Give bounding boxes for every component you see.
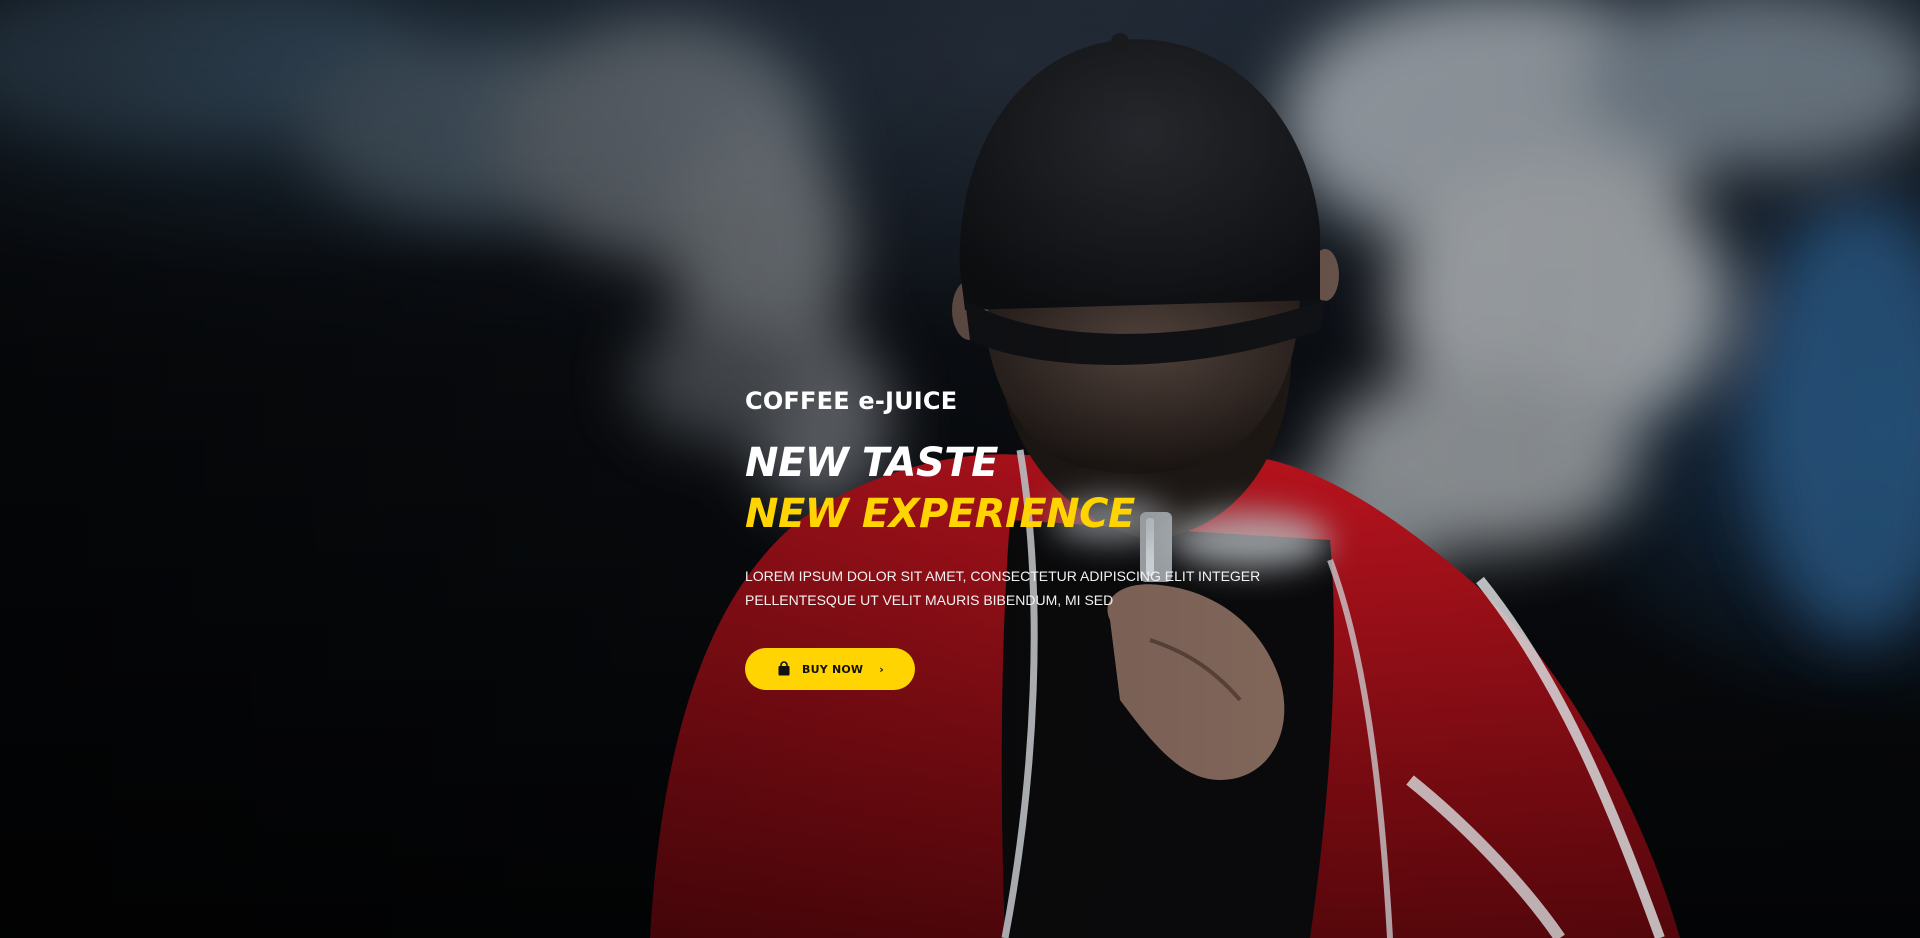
buy-now-button[interactable]: BUY NOW › [745, 648, 915, 690]
hero-section: COFFEE e-JUICE NEW TASTE NEW EXPERIENCE … [0, 0, 1920, 938]
hero-eyebrow: COFFEE e-JUICE [745, 387, 958, 415]
buy-now-label: BUY NOW [802, 662, 864, 676]
shopping-bag-icon [776, 661, 792, 677]
hero-headline: NEW TASTE NEW EXPERIENCE [745, 438, 1305, 540]
chevron-right-icon: › [879, 662, 884, 676]
description-line-1: LOREM IPSUM DOLOR SIT AMET, CONSECTETUR … [745, 568, 1261, 584]
description-line-2: PELLENTESQUE UT VELIT MAURIS BIBENDUM, M… [745, 592, 1114, 608]
headline-line-2: NEW EXPERIENCE [745, 491, 1135, 537]
headline-line-1: NEW TASTE [745, 440, 998, 486]
hero-content: COFFEE e-JUICE NEW TASTE NEW EXPERIENCE … [745, 386, 1305, 690]
hero-description: LOREM IPSUM DOLOR SIT AMET, CONSECTETUR … [745, 564, 1265, 612]
